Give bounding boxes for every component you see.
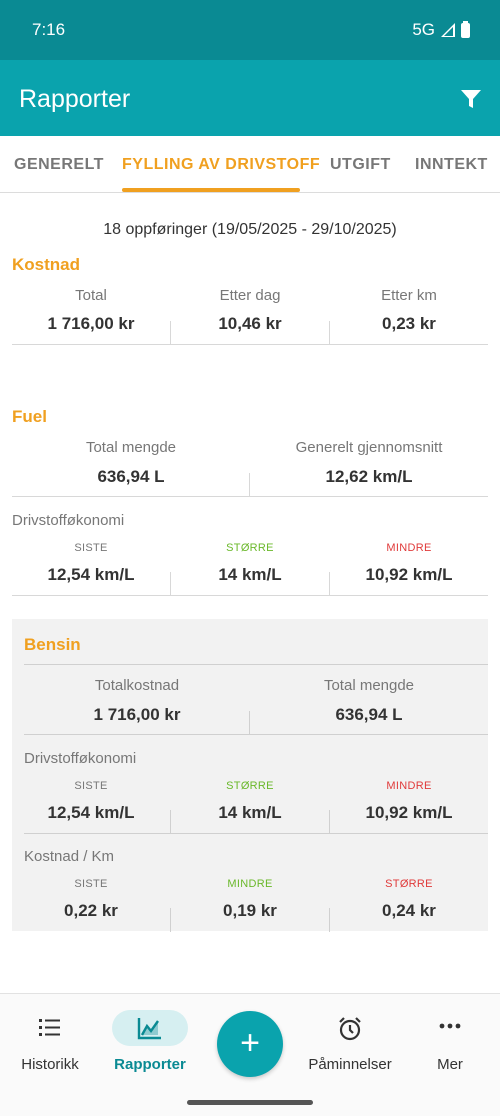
divider <box>170 908 171 932</box>
cost-km-last-value: 0,22 kr <box>64 901 118 920</box>
divider <box>12 496 488 497</box>
kostnad-total-value: 1 716,00 kr <box>47 314 135 333</box>
cost-km-last-label: SISTE <box>74 878 108 890</box>
kostnad-per-km-label: Etter km <box>381 287 437 304</box>
fuel-economy-low-value: 10,92 km/L <box>365 565 453 584</box>
bensin-economy-high-label: STØRRE <box>226 780 274 792</box>
alarm-clock-icon <box>339 1017 361 1041</box>
signal-icon <box>441 23 455 37</box>
tab-fylling-av-drivstoff[interactable]: FYLLING AV DRIVSTOFF <box>122 156 320 174</box>
divider <box>12 595 488 596</box>
cost-km-low-value: 0,19 kr <box>223 901 277 920</box>
plus-icon: + <box>240 1024 260 1062</box>
bensin-title: Bensin <box>24 635 81 654</box>
divider <box>24 833 488 834</box>
fuel-total-value: 636,94 L <box>97 467 165 486</box>
bensin-economy-last-value: 12,54 km/L <box>47 803 135 822</box>
kostnad-title: Kostnad <box>12 255 80 274</box>
cost-km-high-value: 0,24 kr <box>382 901 436 920</box>
divider <box>329 321 330 345</box>
divider <box>329 572 330 596</box>
nav-label-reports: Rapporter <box>114 1056 186 1073</box>
divider <box>329 810 330 834</box>
entries-summary: 18 oppføringer (19/05/2025 - 29/10/2025) <box>103 221 397 238</box>
filter-icon[interactable] <box>460 88 482 110</box>
bensin-economy-low-label: MINDRE <box>386 780 432 792</box>
more-dots-icon <box>439 1023 461 1029</box>
bensin-total-cost-label: Totalkostnad <box>94 677 180 694</box>
list-icon <box>39 1019 60 1036</box>
gesture-bar[interactable] <box>187 1100 313 1105</box>
fuel-economy-heading: Drivstofføkonomi <box>12 512 125 529</box>
tab-bar: GENERELT FYLLING AV DRIVSTOFF UTGIFT INN… <box>0 136 500 193</box>
nav-label-history: Historikk <box>21 1056 79 1073</box>
fuel-average-value: 12,62 km/L <box>325 467 413 486</box>
app-bar: Rapporter <box>0 60 500 136</box>
divider <box>249 473 250 497</box>
cost-km-high-label: STØRRE <box>385 878 433 890</box>
status-time: 7:16 <box>32 20 66 39</box>
divider <box>170 810 171 834</box>
tab-inntekt[interactable]: INNTEKT <box>415 156 488 174</box>
kostnad-per-km-value: 0,23 kr <box>382 314 436 333</box>
bensin-economy-heading: Drivstofføkonomi <box>24 750 137 767</box>
bensin-cost-km-heading: Kostnad / Km <box>24 848 115 865</box>
fuel-title: Fuel <box>12 407 47 426</box>
divider <box>24 664 488 665</box>
active-tab-indicator <box>122 188 300 192</box>
bensin-economy-last-label: SISTE <box>74 780 108 792</box>
fuel-economy-high-value: 14 km/L <box>218 565 282 584</box>
fuel-economy-low-label: MINDRE <box>386 542 432 554</box>
kostnad-per-day-value: 10,46 kr <box>218 314 282 333</box>
battery-icon <box>461 20 470 38</box>
bensin-economy-high-value: 14 km/L <box>218 803 282 822</box>
divider <box>249 711 250 735</box>
chart-icon <box>137 1018 161 1040</box>
nav-label-reminders: Påminnelser <box>308 1056 392 1073</box>
fuel-economy-high-label: STØRRE <box>226 542 274 554</box>
divider <box>329 908 330 932</box>
divider <box>170 572 171 596</box>
divider <box>24 734 488 735</box>
cost-km-low-label: MINDRE <box>227 878 273 890</box>
bensin-total-amount-label: Total mengde <box>323 677 415 694</box>
kostnad-total-label: Total <box>75 287 107 304</box>
fuel-economy-last-value: 12,54 km/L <box>47 565 135 584</box>
kostnad-per-day-label: Etter dag <box>219 287 281 304</box>
add-button[interactable]: + <box>217 1011 283 1077</box>
status-bar: 7:16 5G <box>0 0 500 60</box>
tab-utgift[interactable]: UTGIFT <box>330 156 391 174</box>
bensin-total-amount-value: 636,94 L <box>335 705 403 724</box>
page-title: Rapporter <box>19 85 131 113</box>
bensin-total-cost-value: 1 716,00 kr <box>93 705 181 724</box>
fuel-economy-last-label: SISTE <box>74 542 108 554</box>
divider <box>170 321 171 345</box>
divider <box>12 344 488 345</box>
bottom-nav: Historikk Rapporter + Påminnelser Mer <box>0 993 500 1116</box>
tab-generelt[interactable]: GENERELT <box>14 156 104 174</box>
status-indicators: 5G <box>412 20 470 40</box>
network-label: 5G <box>412 20 435 39</box>
bensin-economy-low-value: 10,92 km/L <box>365 803 453 822</box>
fuel-average-label: Generelt gjennomsnitt <box>295 439 443 456</box>
fuel-total-label: Total mengde <box>85 439 177 456</box>
nav-label-more: Mer <box>437 1056 463 1073</box>
